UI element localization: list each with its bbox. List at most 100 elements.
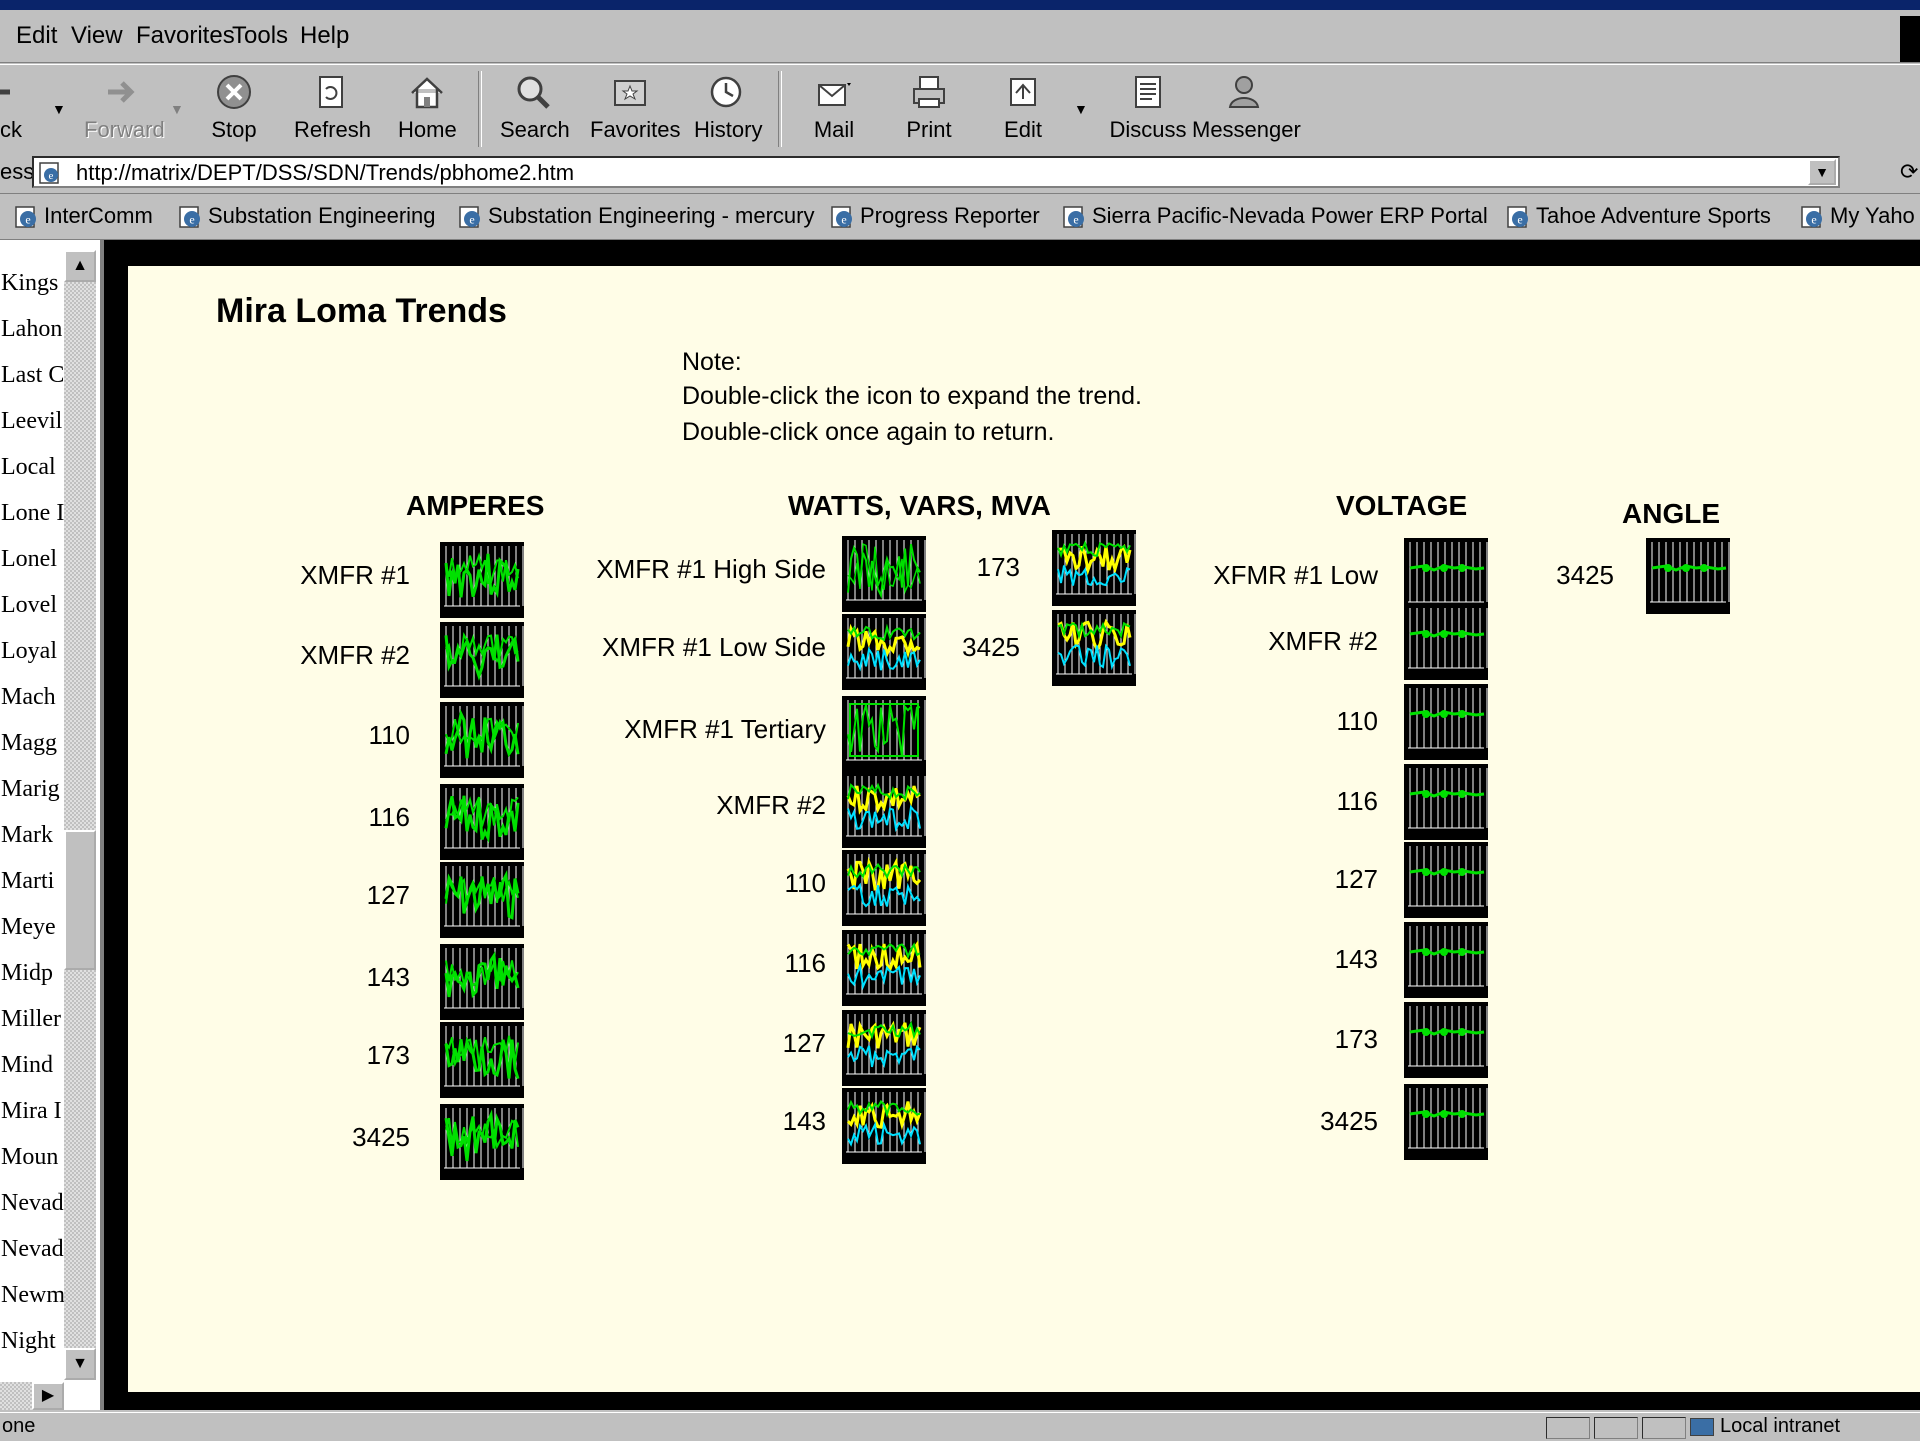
horizontal-scrollbar[interactable]: ▶ — [0, 1382, 64, 1410]
print-button[interactable]: Print — [906, 65, 952, 151]
sidebar-link[interactable]: Night — [1, 1328, 65, 1355]
trend-chart-icon[interactable] — [1404, 538, 1488, 614]
amperes-row-label: XMFR #2 — [300, 640, 410, 670]
trend-chart-icon[interactable] — [440, 542, 524, 618]
link-item[interactable]: e Substation Engineering - mercury — [458, 203, 815, 230]
scroll-down-button[interactable]: ▼ — [64, 1348, 96, 1380]
sidebar-link[interactable]: Mark — [1, 822, 65, 849]
address-label: ess — [0, 159, 35, 184]
sidebar-link[interactable]: Mind — [1, 1052, 65, 1079]
link-label: InterComm — [44, 203, 153, 228]
svg-text:e: e — [469, 213, 474, 227]
trend-chart-icon[interactable] — [440, 944, 524, 1020]
forward-dropdown-icon[interactable]: ▼ — [170, 101, 184, 117]
search-icon — [517, 76, 550, 109]
voltage-row-label: 3425 — [1320, 1106, 1378, 1136]
trend-chart-icon[interactable] — [1052, 610, 1136, 686]
svg-text:e: e — [25, 213, 30, 227]
trend-chart-icon[interactable] — [842, 850, 926, 926]
sidebar-link[interactable]: Mira I — [1, 1098, 65, 1125]
menu-help[interactable]: Help — [300, 22, 349, 50]
sidebar-link[interactable]: Lovel — [1, 592, 65, 619]
trend-chart-icon[interactable] — [842, 930, 926, 1006]
angle-row-label: 3425 — [1556, 560, 1614, 590]
sidebar-link[interactable]: Lahon — [1, 316, 65, 343]
trend-chart-icon[interactable] — [842, 772, 926, 848]
history-button[interactable]: History — [694, 65, 762, 151]
search-button[interactable]: Search — [500, 65, 570, 151]
sidebar-link[interactable]: Local — [1, 454, 65, 481]
trend-chart-icon[interactable] — [1404, 922, 1488, 998]
forward-button[interactable]: Forward — [84, 65, 165, 151]
edit-dropdown-icon[interactable]: ▼ — [1074, 101, 1088, 117]
mail-button[interactable]: Mail — [808, 65, 860, 151]
trend-chart-icon[interactable] — [842, 536, 926, 612]
trend-chart-icon[interactable] — [440, 784, 524, 860]
refresh-button[interactable]: Refresh — [294, 65, 371, 151]
back-button[interactable]: ck — [0, 65, 40, 151]
sidebar-link[interactable]: Magg — [1, 730, 65, 757]
home-button[interactable]: Home — [398, 65, 457, 151]
watts-row-label: 116 — [784, 948, 826, 978]
link-item[interactable]: e My Yaho — [1800, 203, 1915, 230]
menu-tools[interactable]: Tools — [232, 22, 288, 50]
address-input[interactable]: e http://matrix/DEPT/DSS/SDN/Trends/pbho… — [32, 156, 1840, 188]
sidebar-link[interactable]: Midp — [1, 960, 65, 987]
sidebar-link[interactable]: Moun — [1, 1144, 65, 1171]
trend-chart-icon[interactable] — [440, 862, 524, 938]
back-dropdown-icon[interactable]: ▼ — [52, 101, 66, 117]
menu-edit[interactable]: Edit — [16, 22, 57, 50]
messenger-button[interactable]: Messenger — [1192, 65, 1301, 151]
link-item[interactable]: e Substation Engineering — [178, 203, 436, 230]
sidebar-link[interactable]: Loyal — [1, 638, 65, 665]
menu-favorites[interactable]: Favorites — [136, 22, 235, 50]
trend-chart-icon[interactable] — [440, 1104, 524, 1180]
sidebar-link[interactable]: Marti — [1, 868, 65, 895]
trend-chart-icon[interactable] — [1404, 1084, 1488, 1160]
stop-button[interactable]: Stop — [206, 65, 262, 151]
trend-chart-icon[interactable] — [1404, 842, 1488, 918]
trend-chart-icon[interactable] — [1646, 538, 1730, 614]
sidebar-link[interactable]: Meye — [1, 914, 65, 941]
sidebar-link[interactable]: Last C — [1, 362, 65, 389]
trend-chart-icon[interactable] — [1404, 684, 1488, 760]
trend-chart-icon[interactable] — [1404, 604, 1488, 680]
trend-chart-icon[interactable] — [842, 696, 926, 772]
scroll-right-button[interactable]: ▶ — [32, 1382, 64, 1410]
sidebar-link[interactable]: Lonel — [1, 546, 65, 573]
trend-chart-icon[interactable] — [842, 614, 926, 690]
sidebar-link[interactable]: Nevad — [1, 1190, 65, 1217]
vertical-scrollbar[interactable]: ▲ ▼ — [64, 250, 96, 1380]
sidebar-link[interactable]: Marig — [1, 776, 65, 803]
trend-chart-icon[interactable] — [1404, 764, 1488, 840]
scroll-thumb[interactable] — [64, 830, 96, 970]
trend-chart-icon[interactable] — [842, 1010, 926, 1086]
forward-arrow-icon — [108, 81, 135, 103]
trend-chart-icon[interactable] — [440, 622, 524, 698]
ie-link-icon: e — [178, 204, 204, 230]
menu-view[interactable]: View — [71, 22, 123, 50]
sidebar-link[interactable]: Kings — [1, 270, 65, 297]
scroll-up-button[interactable]: ▲ — [64, 250, 96, 282]
favorites-button[interactable]: Favorites — [590, 65, 680, 151]
link-item[interactable]: e Sierra Pacific-Nevada Power ERP Portal — [1062, 203, 1488, 230]
trend-chart-icon[interactable] — [440, 702, 524, 778]
link-item[interactable]: e Progress Reporter — [830, 203, 1040, 230]
sidebar-link[interactable]: Mach — [1, 684, 65, 711]
go-icon[interactable]: ⟳ — [1900, 159, 1918, 185]
sidebar-link[interactable]: Nevad — [1, 1236, 65, 1263]
trend-chart-icon[interactable] — [842, 1088, 926, 1164]
link-item[interactable]: e Tahoe Adventure Sports — [1506, 203, 1771, 230]
sidebar-link[interactable]: Leevil — [1, 408, 65, 435]
ie-link-icon: e — [458, 204, 484, 230]
edit-button[interactable]: Edit — [1000, 65, 1046, 151]
link-item[interactable]: e InterComm — [14, 203, 153, 230]
discuss-button[interactable]: Discuss — [1108, 65, 1188, 151]
sidebar-link[interactable]: Newm — [1, 1282, 65, 1309]
trend-chart-icon[interactable] — [1404, 1002, 1488, 1078]
sidebar-link[interactable]: Miller — [1, 1006, 65, 1033]
address-dropdown-button[interactable]: ▼ — [1808, 159, 1836, 185]
trend-chart-icon[interactable] — [1052, 530, 1136, 606]
sidebar-link[interactable]: Lone I — [1, 500, 65, 527]
trend-chart-icon[interactable] — [440, 1022, 524, 1098]
